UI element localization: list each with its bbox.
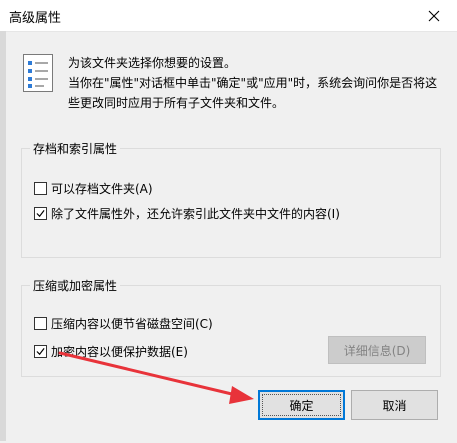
window-title: 高级属性 <box>9 11 62 26</box>
compress-checkbox-row[interactable]: 压缩内容以便节省磁盘空间(C) <box>34 315 213 332</box>
index-content-checkbox-row[interactable]: 除了文件属性外，还允许索引此文件夹中文件的内容(I) <box>34 205 340 222</box>
checkmark-icon <box>36 209 45 218</box>
settings-document-icon <box>23 54 53 92</box>
index-content-label: 除了文件属性外，还允许索引此文件夹中文件的内容(I) <box>51 207 340 221</box>
archive-folder-checkbox-row[interactable]: 可以存档文件夹(A) <box>34 180 153 197</box>
description-line-1: 为该文件夹选择你想要的设置。 <box>68 56 237 70</box>
background-window-edge <box>0 31 6 441</box>
close-button[interactable] <box>411 0 457 31</box>
checkmark-icon <box>36 347 45 356</box>
ok-button[interactable]: 确定 <box>258 390 345 420</box>
title-bar: 高级属性 <box>0 0 457 32</box>
archive-group-title: 存档和索引属性 <box>30 140 121 157</box>
archive-folder-label: 可以存档文件夹(A) <box>51 182 153 196</box>
details-button[interactable]: 详细信息(D) <box>328 336 426 364</box>
archive-index-group: 存档和索引属性 可以存档文件夹(A) 除了文件属性外，还允许索引此文件夹中文件的… <box>21 140 441 258</box>
description-line-2: 当你在"属性"对话框中单击"确定"或"应用"时，系统会询问你是否将这些更改同时应… <box>68 76 438 110</box>
compress-encrypt-group: 压缩或加密属性 压缩内容以便节省磁盘空间(C) 加密内容以便保护数据(E) 详细… <box>21 277 441 377</box>
compress-group-title: 压缩或加密属性 <box>30 277 121 294</box>
cancel-button[interactable]: 取消 <box>351 390 438 420</box>
encrypt-checkbox[interactable] <box>34 345 47 358</box>
compress-label: 压缩内容以便节省磁盘空间(C) <box>51 317 213 331</box>
encrypt-checkbox-row[interactable]: 加密内容以便保护数据(E) <box>34 343 188 360</box>
close-icon <box>428 10 440 21</box>
index-content-checkbox[interactable] <box>34 207 47 220</box>
encrypt-label: 加密内容以便保护数据(E) <box>51 345 188 359</box>
archive-folder-checkbox[interactable] <box>34 182 47 195</box>
compress-checkbox[interactable] <box>34 317 47 330</box>
description: 为该文件夹选择你想要的设置。 当你在"属性"对话框中单击"确定"或"应用"时，系… <box>68 53 448 113</box>
